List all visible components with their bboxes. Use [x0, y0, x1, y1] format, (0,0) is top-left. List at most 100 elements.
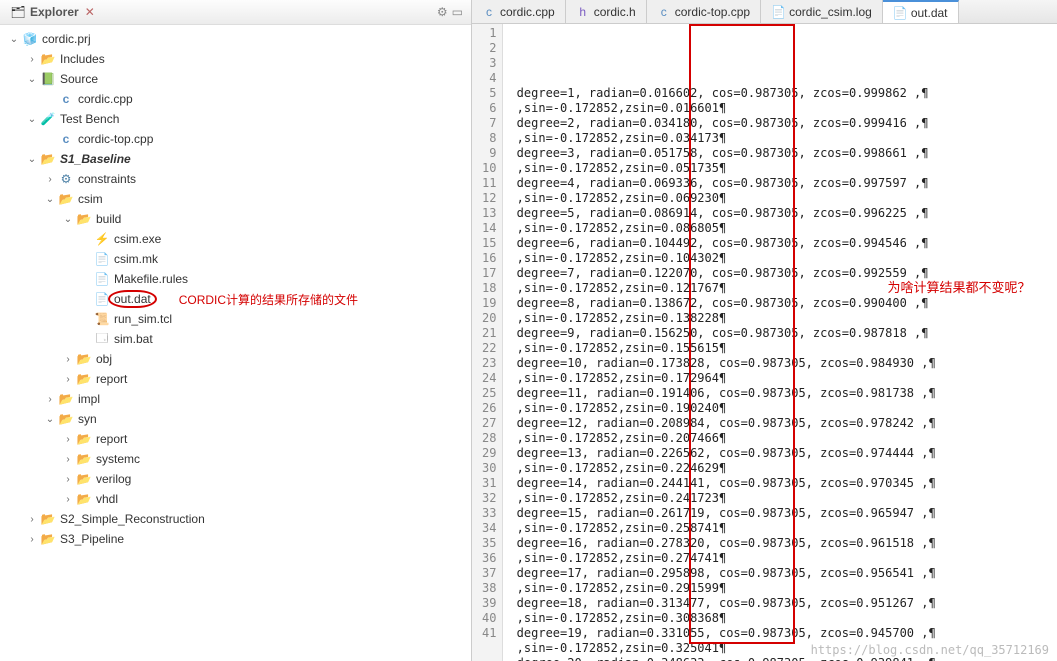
expand-icon[interactable]: › [62, 434, 74, 445]
tree-item[interactable]: ›⚙constraints [0, 169, 471, 189]
view-menu-icon[interactable]: ⚙ [437, 5, 448, 19]
code-line[interactable]: ,sin=-0.172852,zsin=0.224629¶ [509, 461, 935, 476]
collapse-icon[interactable]: ⌄ [26, 74, 38, 85]
tree-item[interactable]: ⌄🧪Test Bench [0, 109, 471, 129]
tree-item[interactable]: ⚡csim.exe [0, 229, 471, 249]
code-line[interactable]: degree=5, radian=0.086914, cos=0.987305,… [509, 206, 935, 221]
project-tree[interactable]: ⌄🧊cordic.prj›📂Includes⌄📗Sourceccordic.cp… [0, 25, 471, 661]
expand-icon[interactable]: › [62, 494, 74, 505]
code-line[interactable]: ,sin=-0.172852,zsin=0.121767¶ [509, 281, 935, 296]
code-line[interactable]: degree=16, radian=0.278320, cos=0.987305… [509, 536, 935, 551]
code-line[interactable]: degree=12, radian=0.208984, cos=0.987305… [509, 416, 935, 431]
code-line[interactable]: degree=6, radian=0.104492, cos=0.987305,… [509, 236, 935, 251]
code-line[interactable]: degree=19, radian=0.331055, cos=0.987305… [509, 626, 935, 641]
code-line[interactable]: degree=14, radian=0.244141, cos=0.987305… [509, 476, 935, 491]
tree-item[interactable]: ›📂vhdl [0, 489, 471, 509]
tree-item[interactable]: ›📂S3_Pipeline [0, 529, 471, 549]
tree-item[interactable]: ›📂report [0, 429, 471, 449]
expand-icon[interactable]: › [44, 174, 56, 185]
code-line[interactable]: ,sin=-0.172852,zsin=0.241723¶ [509, 491, 935, 506]
tree-item[interactable]: ⌄📂syn [0, 409, 471, 429]
line-number: 28 [482, 431, 496, 446]
collapse-icon[interactable]: ⌄ [26, 154, 38, 165]
tree-item[interactable]: ›📂report [0, 369, 471, 389]
code-line[interactable]: ,sin=-0.172852,zsin=0.155615¶ [509, 341, 935, 356]
fld-icon: 📂 [76, 451, 92, 467]
tree-item[interactable]: ›📂obj [0, 349, 471, 369]
tree-item[interactable]: ccordic-top.cpp [0, 129, 471, 149]
expand-icon[interactable]: › [44, 394, 56, 405]
code-line[interactable]: degree=2, radian=0.034180, cos=0.987305,… [509, 116, 935, 131]
collapse-icon[interactable]: ⌄ [26, 114, 38, 125]
editor-code[interactable]: 为啥计算结果都不变呢？ degree=1, radian=0.016602, c… [503, 24, 941, 661]
line-number: 22 [482, 341, 496, 356]
code-line[interactable]: ,sin=-0.172852,zsin=0.104302¶ [509, 251, 935, 266]
tree-item[interactable]: ›📂S2_Simple_Reconstruction [0, 509, 471, 529]
tree-item[interactable]: ⌄🧊cordic.prj [0, 29, 471, 49]
tree-item[interactable]: ⌄📗Source [0, 69, 471, 89]
tree-item[interactable]: ›📂impl [0, 389, 471, 409]
collapse-icon[interactable]: ⌄ [44, 194, 56, 205]
code-line[interactable]: degree=17, radian=0.295898, cos=0.987305… [509, 566, 935, 581]
code-line[interactable]: degree=10, radian=0.173828, cos=0.987305… [509, 356, 935, 371]
code-line[interactable]: ,sin=-0.172852,zsin=0.190240¶ [509, 401, 935, 416]
file-icon: 📄 [94, 291, 110, 307]
code-line[interactable]: degree=1, radian=0.016602, cos=0.987305,… [509, 86, 935, 101]
expand-icon[interactable]: › [26, 514, 38, 525]
tree-item[interactable]: 📄csim.mk [0, 249, 471, 269]
code-line[interactable]: ,sin=-0.172852,zsin=0.016601¶ [509, 101, 935, 116]
code-line[interactable]: degree=3, radian=0.051758, cos=0.987305,… [509, 146, 935, 161]
tree-item[interactable]: 📜run_sim.tcl [0, 309, 471, 329]
expand-icon[interactable]: › [62, 454, 74, 465]
line-number: 37 [482, 566, 496, 581]
tree-item[interactable]: ⌄📂build [0, 209, 471, 229]
tree-item[interactable]: 📄out.datCORDIC计算的结果所存储的文件 [0, 289, 471, 309]
tree-item-label: sim.bat [114, 332, 153, 346]
collapse-icon[interactable]: ⌄ [62, 214, 74, 225]
code-line[interactable]: ,sin=-0.172852,zsin=0.207466¶ [509, 431, 935, 446]
code-line[interactable]: degree=13, radian=0.226562, cos=0.987305… [509, 446, 935, 461]
editor-tab[interactable]: ccordic.cpp [472, 0, 566, 23]
fld-icon: 📂 [76, 211, 92, 227]
editor-tab[interactable]: ccordic-top.cpp [647, 0, 761, 23]
tree-item[interactable]: 🗔sim.bat [0, 329, 471, 349]
code-line[interactable]: ,sin=-0.172852,zsin=0.138228¶ [509, 311, 935, 326]
tree-item[interactable]: ⌄📂csim [0, 189, 471, 209]
code-line[interactable]: ,sin=-0.172852,zsin=0.258741¶ [509, 521, 935, 536]
expand-icon[interactable]: › [62, 354, 74, 365]
code-line[interactable]: ,sin=-0.172852,zsin=0.274741¶ [509, 551, 935, 566]
line-number: 39 [482, 596, 496, 611]
minimize-icon[interactable]: ▭ [452, 5, 463, 19]
tree-item[interactable]: ›📂Includes [0, 49, 471, 69]
code-line[interactable]: ,sin=-0.172852,zsin=0.034173¶ [509, 131, 935, 146]
editor-tab[interactable]: 📄cordic_csim.log [761, 0, 883, 23]
editor-tab[interactable]: hcordic.h [566, 0, 647, 23]
code-line[interactable]: ,sin=-0.172852,zsin=0.308368¶ [509, 611, 935, 626]
tree-item[interactable]: ⌄📂S1_Baseline [0, 149, 471, 169]
code-line[interactable]: degree=4, radian=0.069336, cos=0.987305,… [509, 176, 935, 191]
expand-icon[interactable]: › [26, 54, 38, 65]
code-line[interactable]: ,sin=-0.172852,zsin=0.051735¶ [509, 161, 935, 176]
tree-item[interactable]: ccordic.cpp [0, 89, 471, 109]
code-line[interactable]: degree=8, radian=0.138672, cos=0.987305,… [509, 296, 935, 311]
tree-item[interactable]: ›📂verilog [0, 469, 471, 489]
editor-gutter: 1234567891011121314151617181920212223242… [472, 24, 503, 661]
code-line[interactable]: ,sin=-0.172852,zsin=0.291599¶ [509, 581, 935, 596]
close-view-icon[interactable]: ✕ [85, 5, 95, 19]
code-line[interactable]: degree=9, radian=0.156250, cos=0.987305,… [509, 326, 935, 341]
expand-icon[interactable]: › [62, 374, 74, 385]
collapse-icon[interactable]: ⌄ [8, 34, 20, 45]
code-line[interactable]: degree=18, radian=0.313477, cos=0.987305… [509, 596, 935, 611]
editor-tab[interactable]: 📄out.dat [883, 0, 959, 23]
code-line[interactable]: degree=11, radian=0.191406, cos=0.987305… [509, 386, 935, 401]
collapse-icon[interactable]: ⌄ [44, 414, 56, 425]
tree-item[interactable]: 📄Makefile.rules [0, 269, 471, 289]
tree-item[interactable]: ›📂systemc [0, 449, 471, 469]
expand-icon[interactable]: › [62, 474, 74, 485]
code-line[interactable]: ,sin=-0.172852,zsin=0.069230¶ [509, 191, 935, 206]
code-line[interactable]: degree=15, radian=0.261719, cos=0.987305… [509, 506, 935, 521]
code-line[interactable]: ,sin=-0.172852,zsin=0.086805¶ [509, 221, 935, 236]
expand-icon[interactable]: › [26, 534, 38, 545]
code-line[interactable]: degree=7, radian=0.122070, cos=0.987305,… [509, 266, 935, 281]
code-line[interactable]: ,sin=-0.172852,zsin=0.172964¶ [509, 371, 935, 386]
